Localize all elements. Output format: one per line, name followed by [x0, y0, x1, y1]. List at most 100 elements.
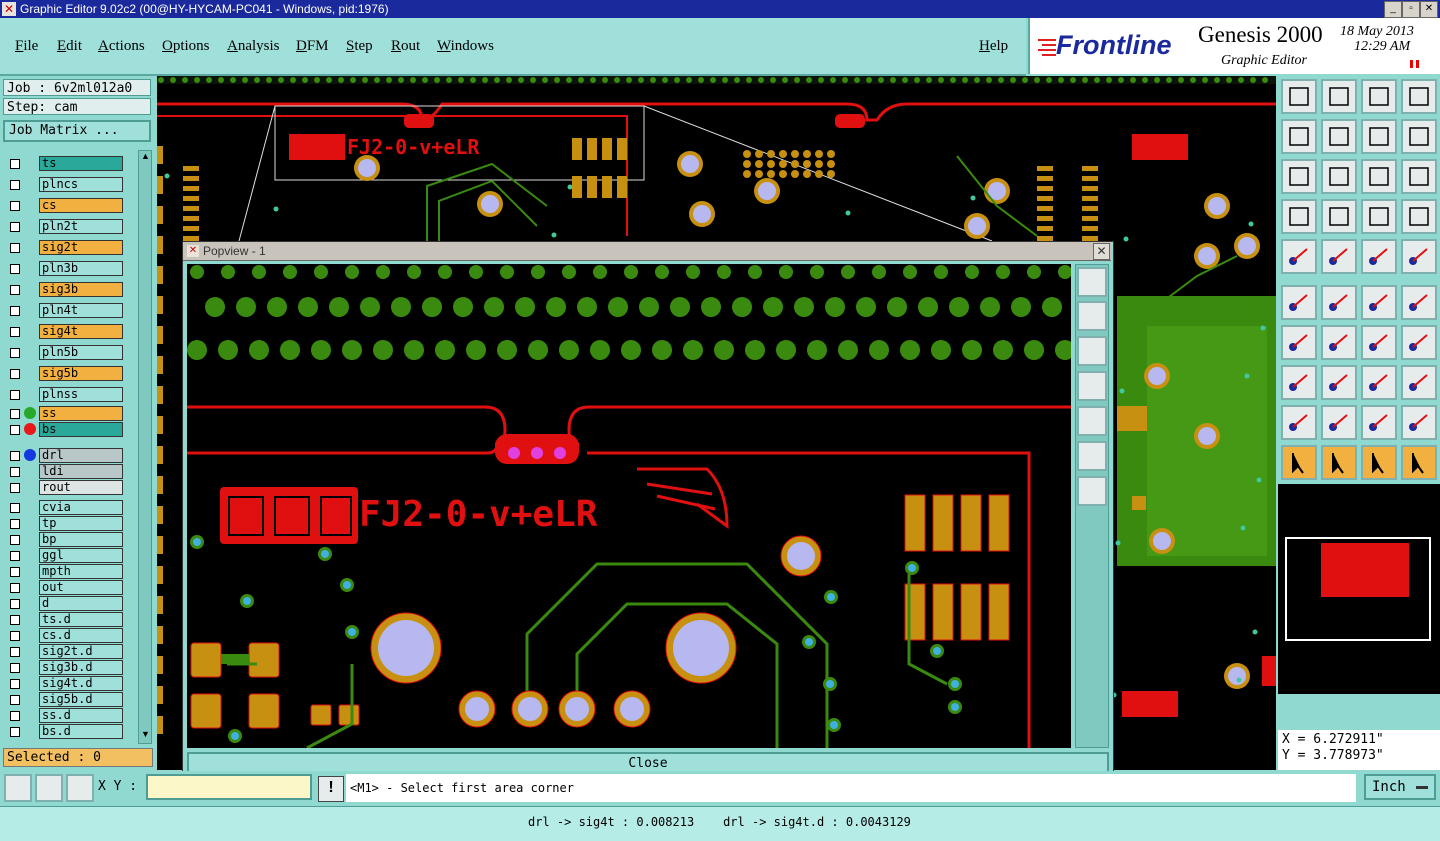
layer-checkbox[interactable] — [10, 615, 20, 625]
arc-check-icon[interactable] — [1361, 405, 1397, 440]
pan-right-icon[interactable] — [1321, 119, 1357, 154]
layer-checkbox[interactable] — [10, 727, 20, 737]
zoom-one-to-one-icon[interactable] — [1361, 159, 1397, 194]
layer-row-ggl[interactable]: ggl — [6, 548, 124, 563]
layer-checkbox[interactable] — [10, 711, 20, 721]
layer-name[interactable]: cs — [39, 198, 123, 213]
layer-checkbox[interactable] — [10, 451, 20, 461]
layer-name[interactable]: bs — [39, 422, 123, 437]
layer-row-pln5b[interactable]: pln5b — [6, 345, 124, 360]
layer-row-d[interactable]: d — [6, 596, 124, 611]
zoom-in-icon[interactable] — [1281, 159, 1317, 194]
popview-pan-right-icon[interactable] — [1077, 406, 1107, 436]
window-icon[interactable] — [1401, 79, 1437, 114]
layer-row-ts-d[interactable]: ts.d — [6, 612, 124, 627]
layer-checkbox[interactable] — [10, 467, 20, 477]
layer-checkbox[interactable] — [10, 425, 20, 435]
layer-checkbox[interactable] — [10, 535, 20, 545]
maximize-icon[interactable]: ▫ — [1402, 1, 1420, 18]
layer-checkbox[interactable] — [10, 348, 20, 358]
menu-windows[interactable]: Windows — [437, 38, 494, 55]
layer-list-scrollbar[interactable]: ▲ ▼ — [138, 150, 152, 744]
layer-name[interactable]: bs.d — [39, 724, 123, 739]
layer-row-sig5b-d[interactable]: sig5b.d — [6, 692, 124, 707]
layer-row-sig5b[interactable]: sig5b — [6, 366, 124, 381]
add-line-icon[interactable] — [1321, 239, 1357, 274]
layer-checkbox[interactable] — [10, 264, 20, 274]
menu-actions[interactable]: Actions — [98, 38, 145, 55]
layer-row-plncs[interactable]: plncs — [6, 177, 124, 192]
text-icon[interactable] — [1401, 325, 1437, 360]
scroll-up-icon[interactable]: ▲ — [141, 151, 150, 161]
popview-pan-up-icon[interactable] — [1077, 301, 1107, 331]
drc-check-icon[interactable] — [1281, 405, 1317, 440]
popview-zoom-in-icon[interactable] — [1077, 441, 1107, 471]
pan-left-icon[interactable] — [1281, 119, 1317, 154]
layer-checkbox[interactable] — [10, 180, 20, 190]
layer-row-sig4t[interactable]: sig4t — [6, 324, 124, 339]
xy-input[interactable] — [146, 774, 312, 800]
menu-edit[interactable]: Edit — [57, 38, 82, 55]
layer-name[interactable]: tp — [39, 516, 123, 531]
layer-checkbox[interactable] — [10, 631, 20, 641]
layers-color-icon[interactable] — [1361, 199, 1397, 234]
layer-name[interactable]: sig3b — [39, 282, 123, 297]
layer-row-out[interactable]: out — [6, 580, 124, 595]
layer-row-cvia[interactable]: cvia — [6, 500, 124, 515]
layers-select-icon[interactable] — [1401, 199, 1437, 234]
layer-row-pln3b[interactable]: pln3b — [6, 261, 124, 276]
menu-analysis[interactable]: Analysis — [227, 38, 280, 55]
layer-name[interactable]: sig3b.d — [39, 660, 123, 675]
menu-options[interactable]: Options — [162, 38, 210, 55]
layer-name[interactable]: ldi — [39, 464, 123, 479]
layer-row-plnss[interactable]: plnss — [6, 387, 124, 402]
connect-icon[interactable] — [1281, 285, 1317, 320]
layer-name[interactable]: pln5b — [39, 345, 123, 360]
layer-name[interactable]: pln3b — [39, 261, 123, 276]
layer-name[interactable]: drl — [39, 448, 123, 463]
layer-checkbox[interactable] — [10, 159, 20, 169]
popview-zoom-out-icon[interactable] — [1077, 476, 1107, 506]
open-step-icon[interactable] — [1281, 79, 1317, 114]
warning-icon[interactable]: ! — [318, 776, 344, 802]
minimize-icon[interactable]: _ — [1384, 1, 1402, 18]
save-icon[interactable] — [1321, 79, 1357, 114]
layer-name[interactable]: cs.d — [39, 628, 123, 643]
layer-row-bp[interactable]: bp — [6, 532, 124, 547]
layer-checkbox[interactable] — [10, 243, 20, 253]
copy-icon[interactable] — [1401, 285, 1437, 320]
layer-name[interactable]: cvia — [39, 500, 123, 515]
layer-name[interactable]: plncs — [39, 177, 123, 192]
add-pad-icon[interactable] — [1281, 239, 1317, 274]
layer-name[interactable]: bp — [39, 532, 123, 547]
layer-name[interactable]: ggl — [39, 548, 123, 563]
layer-color-icon[interactable] — [24, 449, 36, 461]
snap-icon[interactable] — [1281, 199, 1317, 234]
layer-name[interactable]: ss.d — [39, 708, 123, 723]
layer-row-sig2t-d[interactable]: sig2t.d — [6, 644, 124, 659]
popview-close-icon[interactable]: ✕ — [1093, 243, 1110, 260]
layer-checkbox[interactable] — [10, 647, 20, 657]
measure-icon[interactable] — [35, 774, 63, 802]
layer-checkbox[interactable] — [10, 583, 20, 593]
menu-rout[interactable]: Rout — [391, 38, 420, 55]
unit-select[interactable]: Inch — [1364, 774, 1436, 800]
close-icon[interactable]: ✕ — [1420, 1, 1438, 18]
layer-checkbox[interactable] — [10, 519, 20, 529]
layer-name[interactable]: sig5b.d — [39, 692, 123, 707]
menu-step[interactable]: Step — [346, 38, 373, 55]
layer-name[interactable]: out — [39, 580, 123, 595]
pad-move-icon[interactable] — [1281, 365, 1317, 400]
layer-name[interactable]: ts.d — [39, 612, 123, 627]
line-cut-icon[interactable] — [1321, 365, 1357, 400]
layer-row-mpth[interactable]: mpth — [6, 564, 124, 579]
popview-zoom-home-icon[interactable] — [1077, 267, 1107, 297]
layer-row-ldi[interactable]: ldi — [6, 464, 124, 479]
help-icon[interactable] — [1401, 159, 1437, 194]
slash-line-icon[interactable] — [1321, 325, 1357, 360]
layer-row-drl[interactable]: drl — [6, 448, 124, 463]
layer-row-rout[interactable]: rout — [6, 480, 124, 495]
layer-checkbox[interactable] — [10, 551, 20, 561]
zoom-out-icon[interactable] — [1321, 159, 1357, 194]
select-icon[interactable] — [1281, 445, 1317, 480]
